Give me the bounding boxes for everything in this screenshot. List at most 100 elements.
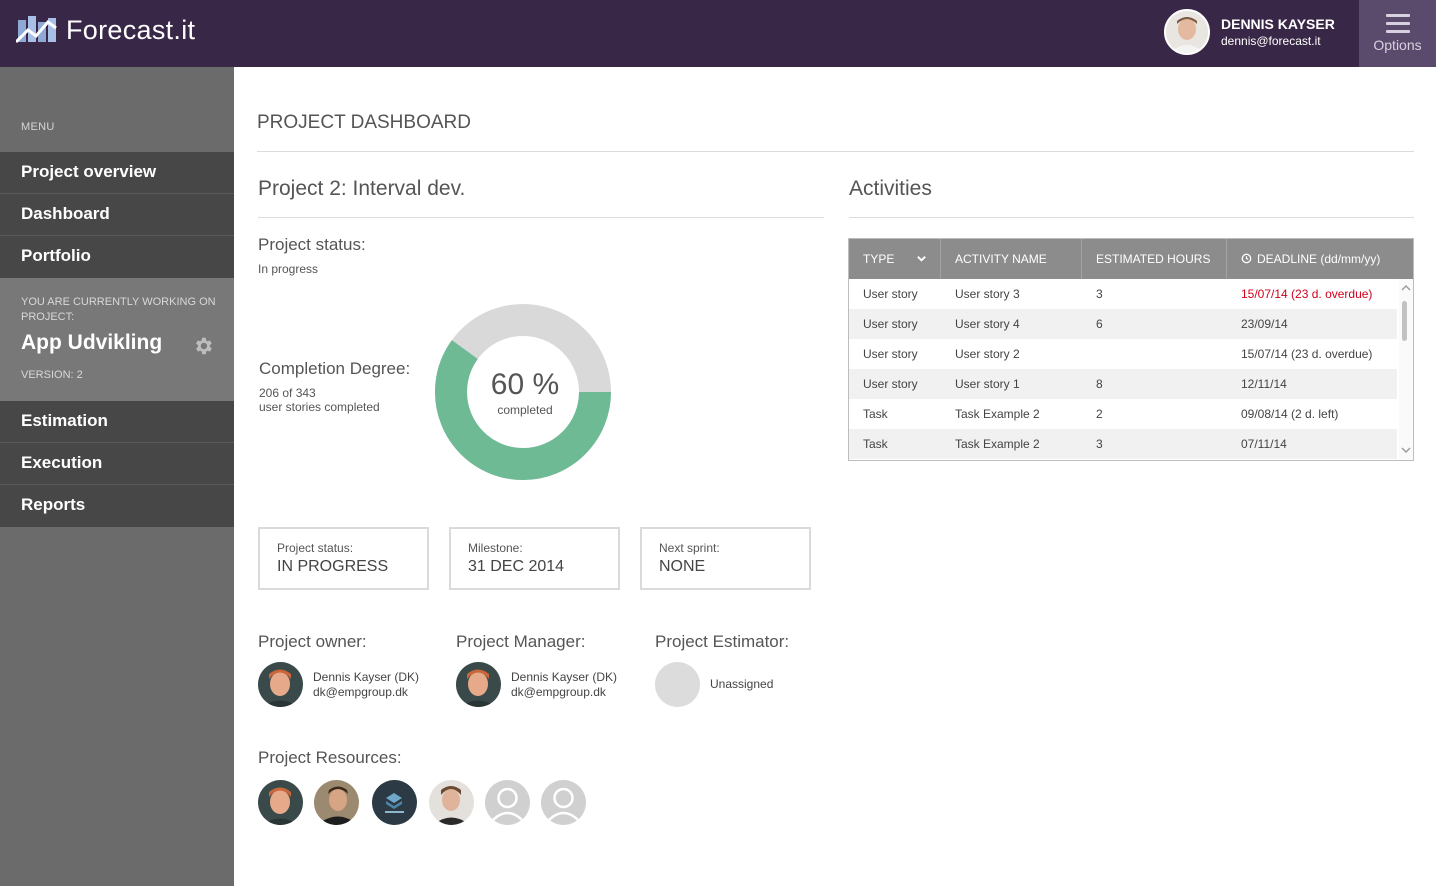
table-row[interactable]: User story User story 2 15/07/14 (23 d. ov… [849,339,1397,369]
status-value: In progress [258,262,319,276]
current-project-label: YOU ARE CURRENTLY WORKING ON PROJECT: [21,296,216,323]
table-row[interactable]: User story User story 1 8 12/11/14 [849,369,1397,399]
project-owner[interactable]: Dennis Kayser (DK) dk@empgroup.dk [258,662,419,707]
cell-activity-name: User story 3 [955,287,1020,301]
current-project-panel: YOU ARE CURRENTLY WORKING ON PROJECT: Ap… [0,278,234,401]
cell-activity-name: Task Example 2 [955,407,1040,421]
cell-deadline: 23/09/14 [1241,317,1288,331]
project-version: VERSION: 2 [21,369,83,381]
cell-estimated-hours: 6 [1096,317,1103,331]
column-deadline[interactable]: DEADLINE (dd/mm/yy) [1227,239,1413,279]
user-email: dennis@forecast.it [1221,34,1321,48]
user-avatar [1164,9,1210,55]
column-label: ESTIMATED HOURS [1096,252,1211,266]
card-value: IN PROGRESS [277,558,389,575]
divider [849,217,1414,218]
cell-type: User story [863,377,918,391]
cell-estimated-hours: 8 [1096,377,1103,391]
cell-deadline: 07/11/14 [1241,437,1287,451]
nav-execution[interactable]: Execution [0,443,234,485]
user-profile[interactable]: DENNIS KAYSER dennis@forecast.it [1164,9,1335,55]
card-label: Next sprint: [659,541,720,555]
table-row[interactable]: User story User story 3 3 15/07/14 (23 d. o… [849,279,1397,309]
manager-email: dk@empgroup.dk [511,684,606,699]
divider [257,151,1414,152]
column-estimated-hours[interactable]: ESTIMATED HOURS [1082,239,1227,279]
card-value: 31 DEC 2014 [468,558,565,575]
divider [258,217,824,218]
sidebar: MENU Project overview Dashboard Portfoli… [0,67,234,886]
menu-label: MENU [21,121,55,133]
app-name: Forecast.it [66,14,196,45]
cell-deadline: 09/08/14 (2 d. left) [1241,407,1339,421]
milestone-card: Milestone: 31 DEC 2014 [449,527,620,590]
resource-avatar[interactable] [485,780,530,825]
completion-count: 206 of 343 [259,386,316,400]
current-project-name[interactable]: App Udvikling [21,331,162,355]
column-activity-name[interactable]: ACTIVITY NAME [941,239,1082,279]
forecast-logo-icon [16,16,57,44]
cell-deadline: 12/11/14 [1241,377,1287,391]
cell-type: User story [863,287,918,301]
project-estimator[interactable]: Unassigned [655,662,773,707]
estimator-value: Unassigned [710,677,774,691]
column-type[interactable]: TYPE [849,239,941,279]
project-manager[interactable]: Dennis Kayser (DK) dk@empgroup.dk [456,662,617,707]
page-title: PROJECT DASHBOARD [257,112,471,133]
nav-dashboard[interactable]: Dashboard [0,194,234,236]
chevron-down-icon[interactable] [916,253,927,264]
cell-activity-name: User story 1 [955,377,1020,391]
resource-avatar[interactable] [541,780,586,825]
app-logo[interactable]: Forecast.it [16,14,195,46]
completion-caption: completed [497,403,553,417]
nav-top-group: Project overview Dashboard Portfolio [0,152,234,278]
card-label: Project status: [277,541,354,555]
nav-portfolio[interactable]: Portfolio [0,236,234,278]
gear-icon[interactable] [192,335,214,357]
user-name: DENNIS KAYSER [1221,16,1335,32]
nav-estimation[interactable]: Estimation [0,401,234,443]
resource-avatar[interactable] [429,780,474,825]
cell-deadline: 15/07/14 (23 d. overdue) [1241,347,1373,361]
column-label: TYPE [863,252,895,266]
top-bar: Forecast.it DENNIS KAYSER dennis@forecas… [0,0,1436,67]
scrollbar[interactable] [1399,279,1413,460]
options-label: Options [1373,37,1422,53]
resource-avatar[interactable] [372,780,417,825]
cell-type: Task [863,437,888,451]
next-sprint-card: Next sprint: NONE [640,527,811,590]
completion-percent: 60 % [490,368,560,401]
chevron-down-icon[interactable] [1401,445,1411,455]
resource-avatar[interactable] [314,780,359,825]
empty-avatar [655,662,700,707]
cell-type: Task [863,407,888,421]
table-row[interactable]: User story User story 4 6 23/09/14 [849,309,1397,339]
table-row[interactable]: Task Task Example 2 3 07/11/14 [849,429,1397,459]
cell-estimated-hours: 3 [1096,287,1103,301]
completion-suffix: user stories completed [259,400,380,414]
resource-avatar[interactable] [258,780,303,825]
nav-bottom-group: Estimation Execution Reports [0,401,234,527]
scrollbar-thumb[interactable] [1402,301,1407,341]
owner-name: Dennis Kayser (DK) [313,669,420,684]
table-row[interactable]: Task Task Example 2 2 09/08/14 (2 d. left) [849,399,1397,429]
cell-activity-name: User story 2 [955,347,1020,361]
manager-heading: Project Manager: [456,632,586,651]
manager-name: Dennis Kayser (DK) [511,669,618,684]
owner-email: dk@empgroup.dk [313,684,408,699]
card-value: NONE [659,558,706,575]
cell-deadline: 15/07/14 (23 d. overdue) [1241,287,1373,301]
chevron-up-icon[interactable] [1401,283,1411,293]
avatar [456,662,501,707]
cell-activity-name: Task Example 2 [955,437,1040,451]
nav-project-overview[interactable]: Project overview [0,152,234,194]
options-button[interactable]: Options [1359,0,1436,67]
owner-heading: Project owner: [258,632,367,651]
cell-type: User story [863,317,918,331]
cell-type: User story [863,347,918,361]
clock-icon [1241,253,1252,264]
column-label: DEADLINE (dd/mm/yy) [1257,252,1381,266]
nav-reports[interactable]: Reports [0,485,234,527]
status-card: Project status: IN PROGRESS [258,527,429,590]
cell-estimated-hours: 3 [1096,437,1103,451]
